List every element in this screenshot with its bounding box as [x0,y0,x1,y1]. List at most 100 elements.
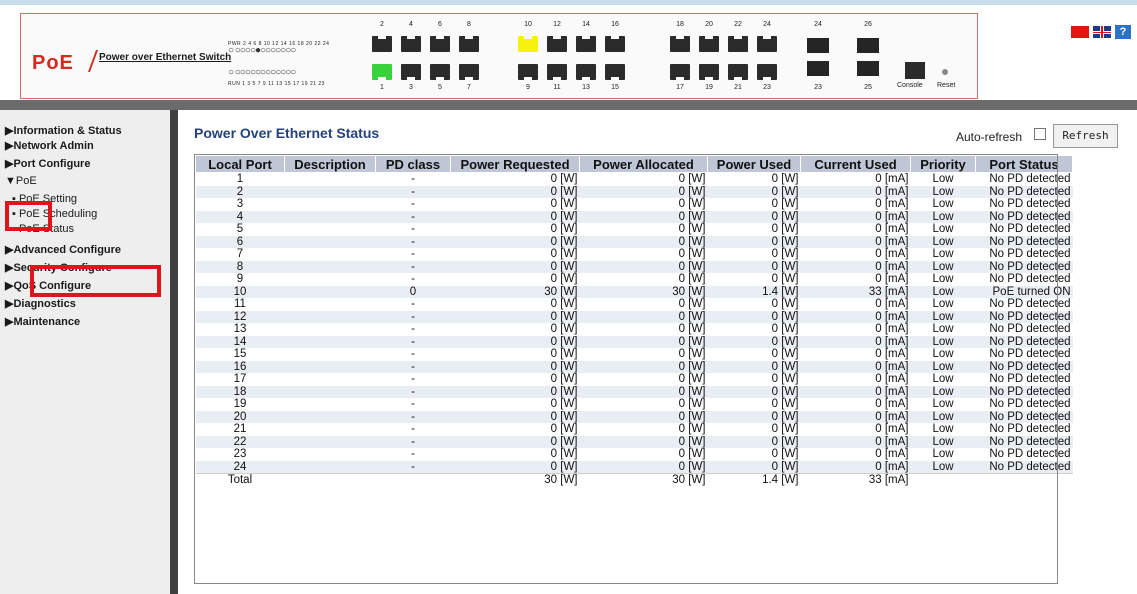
page-title: Power Over Ethernet Status [194,125,380,141]
uk-flag-icon[interactable] [1093,26,1111,38]
console-port [905,62,925,79]
cell-power-requested: 0 [W] [450,260,580,273]
cell-priority: Low [910,235,976,248]
cell-current-used: 0 [mA] [800,260,911,273]
table-row: 18-0 [W] 0 [W] 0 [W] 0 [mA] Low No PD detecte… [195,385,1073,398]
port-15[interactable] [605,64,625,80]
cell-local-port: 19 [195,398,285,411]
port-5[interactable] [430,64,450,80]
cell-local-port: 15 [195,348,285,361]
sfp-number-top: 26 [864,21,872,28]
cell-power-requested: 0 [W] [450,210,580,223]
port-12[interactable] [547,36,567,52]
port-11[interactable] [547,64,567,80]
port-7[interactable] [459,64,479,80]
cell-local-port: 23 [195,448,285,461]
port-4[interactable] [401,36,421,52]
port-number-bottom: 19 [705,84,713,91]
cell-power-used: 1.4 [W] [707,285,801,298]
col-power-allocated: Power Allocated [579,155,708,173]
cell-pd-class: - [375,235,451,248]
table-row: 16-0 [W] 0 [W] 0 [W] 0 [mA] Low No PD detecte… [195,360,1073,373]
cell-pd-class: - [375,335,451,348]
sfp-port-26[interactable] [857,38,879,53]
port-9[interactable] [518,64,538,80]
cell-power-allocated: 0 [W] [579,360,708,373]
port-1[interactable] [372,64,392,80]
menu-maintenance[interactable]: ▶Maintenance [5,315,80,328]
cell-port-status: No PD detected [975,360,1073,373]
table-row: 11-0 [W] 0 [W] 0 [W] 0 [mA] Low No PD detecte… [195,298,1073,311]
port-number-top: 2 [380,21,384,28]
table-row: 3-0 [W] 0 [W] 0 [W] 0 [mA] Low No PD detected [195,198,1073,211]
cell-power-used: 0 [W] [707,335,801,348]
cell-power-allocated: 0 [W] [579,435,708,448]
cell-priority: Low [910,423,976,436]
sfp-port-23[interactable] [807,61,829,76]
port-3[interactable] [401,64,421,80]
cell-current-used: 0 [mA] [800,398,911,411]
port-2[interactable] [372,36,392,52]
cell-pd-class: - [375,373,451,386]
port-18[interactable] [670,36,690,52]
total-cell-port-status [975,473,1073,487]
cell-port-status: No PD detected [975,210,1073,223]
port-8[interactable] [459,36,479,52]
port-21[interactable] [728,64,748,80]
cell-description [284,435,376,448]
sidebar-divider [170,110,178,594]
cell-power-allocated: 0 [W] [579,260,708,273]
port-24[interactable] [757,36,777,52]
cell-priority: Low [910,298,976,311]
menu-port-configure[interactable]: ▶Port Configure [5,157,90,170]
cell-power-used: 0 [W] [707,360,801,373]
cell-priority: Low [910,335,976,348]
cell-current-used: 0 [mA] [800,448,911,461]
port-20[interactable] [699,36,719,52]
menu-poe[interactable]: ▼PoE [5,175,37,187]
port-16[interactable] [605,36,625,52]
table-row: 21-0 [W] 0 [W] 0 [W] 0 [mA] Low No PD detecte… [195,423,1073,436]
cell-power-requested: 0 [W] [450,172,580,186]
sfp-port-25[interactable] [857,61,879,76]
port-number-bottom: 21 [734,84,742,91]
port-number-top: 14 [582,21,590,28]
port-23[interactable] [757,64,777,80]
cell-power-used: 0 [W] [707,172,801,186]
menu-network-admin[interactable]: ▶Network Admin [5,139,94,152]
port-number-top: 4 [409,21,413,28]
cell-description [284,310,376,323]
cell-description [284,285,376,298]
cell-pd-class: - [375,398,451,411]
menu-information-status[interactable]: ▶Information & Status [5,124,122,137]
cell-current-used: 0 [mA] [800,335,911,348]
cell-current-used: 0 [mA] [800,273,911,286]
menu-advanced-configure[interactable]: ▶Advanced Configure [5,243,121,256]
port-19[interactable] [699,64,719,80]
sfp-port-24[interactable] [807,38,829,53]
cell-power-used: 0 [W] [707,273,801,286]
port-10[interactable] [518,36,538,52]
cell-pd-class: - [375,172,451,186]
refresh-button[interactable]: Refresh [1053,124,1118,148]
cell-port-status: No PD detected [975,373,1073,386]
cell-priority: Low [910,185,976,198]
table-row: 9-0 [W] 0 [W] 0 [W] 0 [mA] Low No PD detected [195,273,1073,286]
menu-diagnostics[interactable]: ▶Diagnostics [5,297,76,310]
cell-power-allocated: 0 [W] [579,335,708,348]
port-22[interactable] [728,36,748,52]
cell-pd-class: - [375,210,451,223]
cell-current-used: 0 [mA] [800,185,911,198]
port-6[interactable] [430,36,450,52]
cell-port-status: No PD detected [975,398,1073,411]
port-14[interactable] [576,36,596,52]
led-row-bottom: ○ ○○○○○○○○○○○○ [228,67,296,78]
port-17[interactable] [670,64,690,80]
china-flag-icon[interactable] [1071,26,1089,38]
auto-refresh-checkbox[interactable] [1034,128,1046,140]
port-number-bottom: 7 [467,84,471,91]
cell-power-used: 0 [W] [707,235,801,248]
cell-pd-class: - [375,185,451,198]
port-13[interactable] [576,64,596,80]
help-icon[interactable]: ? [1115,25,1131,39]
